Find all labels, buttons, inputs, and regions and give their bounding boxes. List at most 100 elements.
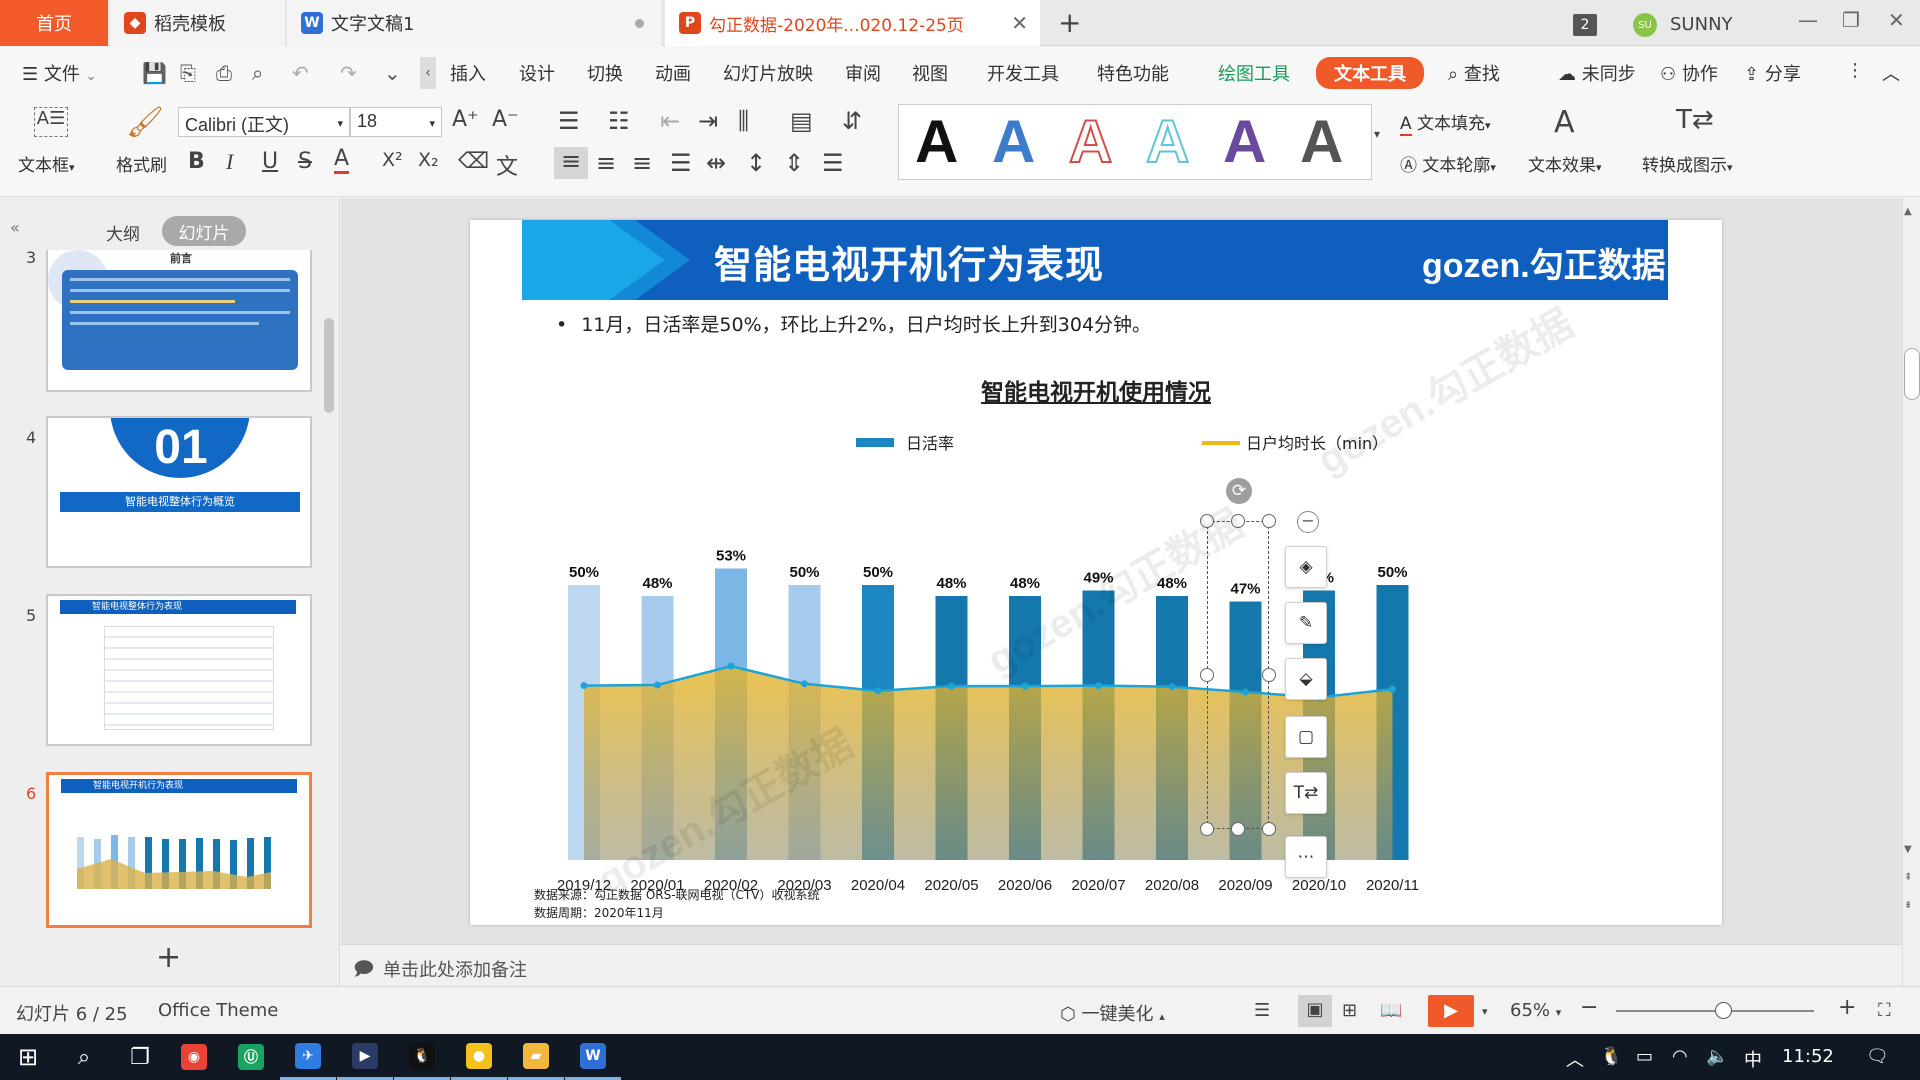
slide-thumbnail-3[interactable]: 前言 bbox=[46, 250, 312, 392]
menu-drawing-tools[interactable]: 绘图工具 bbox=[1218, 60, 1290, 86]
play-slideshow-button[interactable]: ▶ bbox=[1428, 995, 1474, 1027]
tab-home[interactable]: 首页 bbox=[0, 0, 108, 46]
redo-icon[interactable]: ↷ bbox=[340, 61, 357, 85]
qq-tray-icon[interactable]: 🐧 bbox=[1600, 1046, 1622, 1067]
subscript-button[interactable]: X₂ bbox=[418, 149, 439, 171]
menu-transition[interactable]: 切换 bbox=[587, 60, 623, 86]
clock[interactable]: 11:52 bbox=[1782, 1046, 1834, 1067]
more-options-icon[interactable]: ⋯ bbox=[1285, 836, 1327, 878]
convert-smartart-icon[interactable]: T⇄ bbox=[1676, 105, 1714, 135]
vertical-scrollbar[interactable]: ▲ ▼ ⇞ ⇟ bbox=[1902, 198, 1920, 986]
taskbar-app[interactable]: 🐧 bbox=[394, 1034, 450, 1080]
text-direction-icon[interactable]: ⫼ bbox=[738, 107, 749, 135]
bullet-text[interactable]: • 11月，日活率是50%，环比上升2%，日户均时长上升到304分钟。 bbox=[556, 310, 1151, 337]
selected-textbox[interactable] bbox=[1207, 521, 1269, 829]
taskbar-app[interactable]: ● bbox=[451, 1034, 507, 1080]
numbered-list-icon[interactable]: ☷ bbox=[608, 107, 630, 135]
beautify-button[interactable]: ⬡ 一键美化 ▴ bbox=[1060, 1000, 1165, 1026]
scroll-up-icon[interactable]: ▲ bbox=[1904, 206, 1912, 217]
textbox-icon[interactable]: A☰ bbox=[34, 107, 68, 137]
scroll-left-icon[interactable]: ‹ bbox=[420, 57, 436, 89]
fill-bucket-icon[interactable]: ⬙ bbox=[1285, 658, 1327, 700]
wifi-icon[interactable]: ◠ bbox=[1672, 1046, 1688, 1067]
resize-handle[interactable] bbox=[1262, 822, 1276, 836]
align-left-icon[interactable]: ≡ bbox=[554, 147, 588, 179]
chevron-down-icon[interactable]: ▾ bbox=[1482, 1005, 1488, 1018]
gallery-more-icon[interactable]: ▾ bbox=[1374, 127, 1380, 141]
previous-slide-icon[interactable]: ⇞ bbox=[1904, 872, 1912, 883]
menu-insert[interactable]: 插入 bbox=[450, 60, 486, 86]
new-tab-button[interactable]: + bbox=[1058, 6, 1081, 39]
shape-outline-icon[interactable]: ▢ bbox=[1285, 716, 1327, 758]
menu-view[interactable]: 视图 bbox=[912, 60, 948, 86]
align-right-icon[interactable]: ≡ bbox=[632, 149, 652, 177]
tab-daoke-templates[interactable]: ◆ 稻壳模板 bbox=[110, 0, 286, 46]
zoom-in-icon[interactable]: + bbox=[1838, 995, 1856, 1020]
restore-icon[interactable]: ❐ bbox=[1842, 8, 1860, 32]
resize-handle[interactable] bbox=[1231, 822, 1245, 836]
file-menu[interactable]: ☰ 文件 ⌄ bbox=[22, 60, 97, 86]
layers-icon[interactable]: ◈ bbox=[1285, 546, 1327, 588]
resize-handle[interactable] bbox=[1262, 514, 1276, 528]
menu-review[interactable]: 审阅 bbox=[845, 60, 881, 86]
scroll-thumb[interactable] bbox=[1904, 348, 1920, 400]
more-options-icon[interactable]: ⋮ bbox=[1846, 60, 1864, 81]
phonetic-guide-icon[interactable]: 文 bbox=[496, 149, 518, 181]
style-preset-gray[interactable]: A bbox=[1300, 111, 1343, 173]
resize-handle[interactable] bbox=[1200, 822, 1214, 836]
distribute-icon[interactable]: ⇹ bbox=[706, 149, 726, 177]
tab-outline[interactable]: 大纲 bbox=[106, 220, 140, 245]
slide-sorter-icon[interactable]: ⊞ bbox=[1342, 1000, 1357, 1021]
paragraph-spacing-icon[interactable]: ⇕ bbox=[784, 149, 804, 177]
strikethrough-button[interactable]: S bbox=[298, 149, 312, 174]
style-preset-red-outline[interactable]: A bbox=[1068, 110, 1113, 174]
share-button[interactable]: ⇪ 分享 bbox=[1744, 60, 1801, 86]
notes-toggle-icon[interactable]: ☰ bbox=[1254, 1000, 1270, 1021]
pen-style-icon[interactable]: ✎ bbox=[1285, 602, 1327, 644]
rotate-handle-icon[interactable]: ⟳ bbox=[1226, 478, 1252, 504]
taskbar-app[interactable]: Ⓤ bbox=[223, 1034, 279, 1080]
superscript-button[interactable]: X² bbox=[382, 149, 403, 171]
text-fill-button[interactable]: A 文本填充▾ bbox=[1400, 109, 1491, 136]
collapse-toolbar-icon[interactable]: − bbox=[1297, 511, 1319, 533]
underline-button[interactable]: U bbox=[262, 149, 278, 174]
taskbar-app[interactable]: W bbox=[565, 1034, 621, 1080]
start-button[interactable]: ⊞ bbox=[0, 1034, 56, 1080]
bullet-list-icon[interactable]: ☰ bbox=[558, 107, 580, 135]
volume-icon[interactable]: 🔈 bbox=[1706, 1046, 1728, 1067]
panel-scrollbar[interactable] bbox=[324, 318, 334, 413]
print-icon[interactable]: ⎙ bbox=[216, 61, 232, 85]
fit-window-icon[interactable]: ⛶ bbox=[1878, 1000, 1891, 1021]
increase-indent-icon[interactable]: ⇥ bbox=[698, 107, 718, 135]
decrease-font-icon[interactable]: A⁻ bbox=[492, 107, 519, 132]
zoom-out-icon[interactable]: − bbox=[1580, 995, 1598, 1020]
columns-icon[interactable]: ▤ bbox=[790, 107, 813, 135]
convert-smartart-button[interactable]: 转换成图示▾ bbox=[1642, 151, 1733, 176]
ime-indicator[interactable]: 中 bbox=[1744, 1046, 1762, 1072]
clear-format-icon[interactable]: ⌫ bbox=[458, 149, 489, 174]
close-tab-icon[interactable]: ✕ bbox=[1011, 11, 1028, 35]
scroll-down-icon[interactable]: ▼ bbox=[1904, 844, 1912, 855]
print-preview-icon[interactable]: ⌕ bbox=[252, 61, 263, 85]
justify-icon[interactable]: ☰ bbox=[670, 149, 692, 177]
align-center-icon[interactable]: ≡ bbox=[596, 149, 616, 177]
normal-view-icon[interactable]: ▣ bbox=[1298, 995, 1332, 1027]
style-preset-cyan-outline[interactable]: A bbox=[1145, 110, 1190, 174]
taskbar-app[interactable]: ▰ bbox=[508, 1034, 564, 1080]
tab-document-1[interactable]: W 文字文稿1 bbox=[287, 0, 663, 46]
taskbar-app[interactable]: ▶ bbox=[337, 1034, 393, 1080]
text-align-vertical-icon[interactable]: ⇵ bbox=[842, 107, 862, 135]
reading-view-icon[interactable]: 📖 bbox=[1380, 1000, 1402, 1021]
menu-slideshow[interactable]: 幻灯片放映 bbox=[723, 60, 813, 86]
show-hidden-icons[interactable]: ︿ bbox=[1566, 1046, 1584, 1072]
zoom-slider-track[interactable] bbox=[1616, 1002, 1814, 1019]
menu-animation[interactable]: 动画 bbox=[655, 60, 691, 86]
notes-bar[interactable]: 🗩 单击此处添加备注 bbox=[341, 944, 1905, 986]
paragraph-settings-icon[interactable]: ☰ bbox=[822, 149, 844, 177]
slide-canvas[interactable]: 智能电视开机行为表现 gozen.勾正数据 • 11月，日活率是50%，环比上升2… bbox=[470, 220, 1722, 925]
battery-icon[interactable]: ▭ bbox=[1636, 1046, 1653, 1067]
user-name[interactable]: SUNNY bbox=[1670, 14, 1733, 35]
resize-handle[interactable] bbox=[1262, 668, 1276, 682]
italic-button[interactable]: I bbox=[226, 149, 233, 175]
window-count-badge[interactable]: 2 bbox=[1573, 14, 1597, 36]
